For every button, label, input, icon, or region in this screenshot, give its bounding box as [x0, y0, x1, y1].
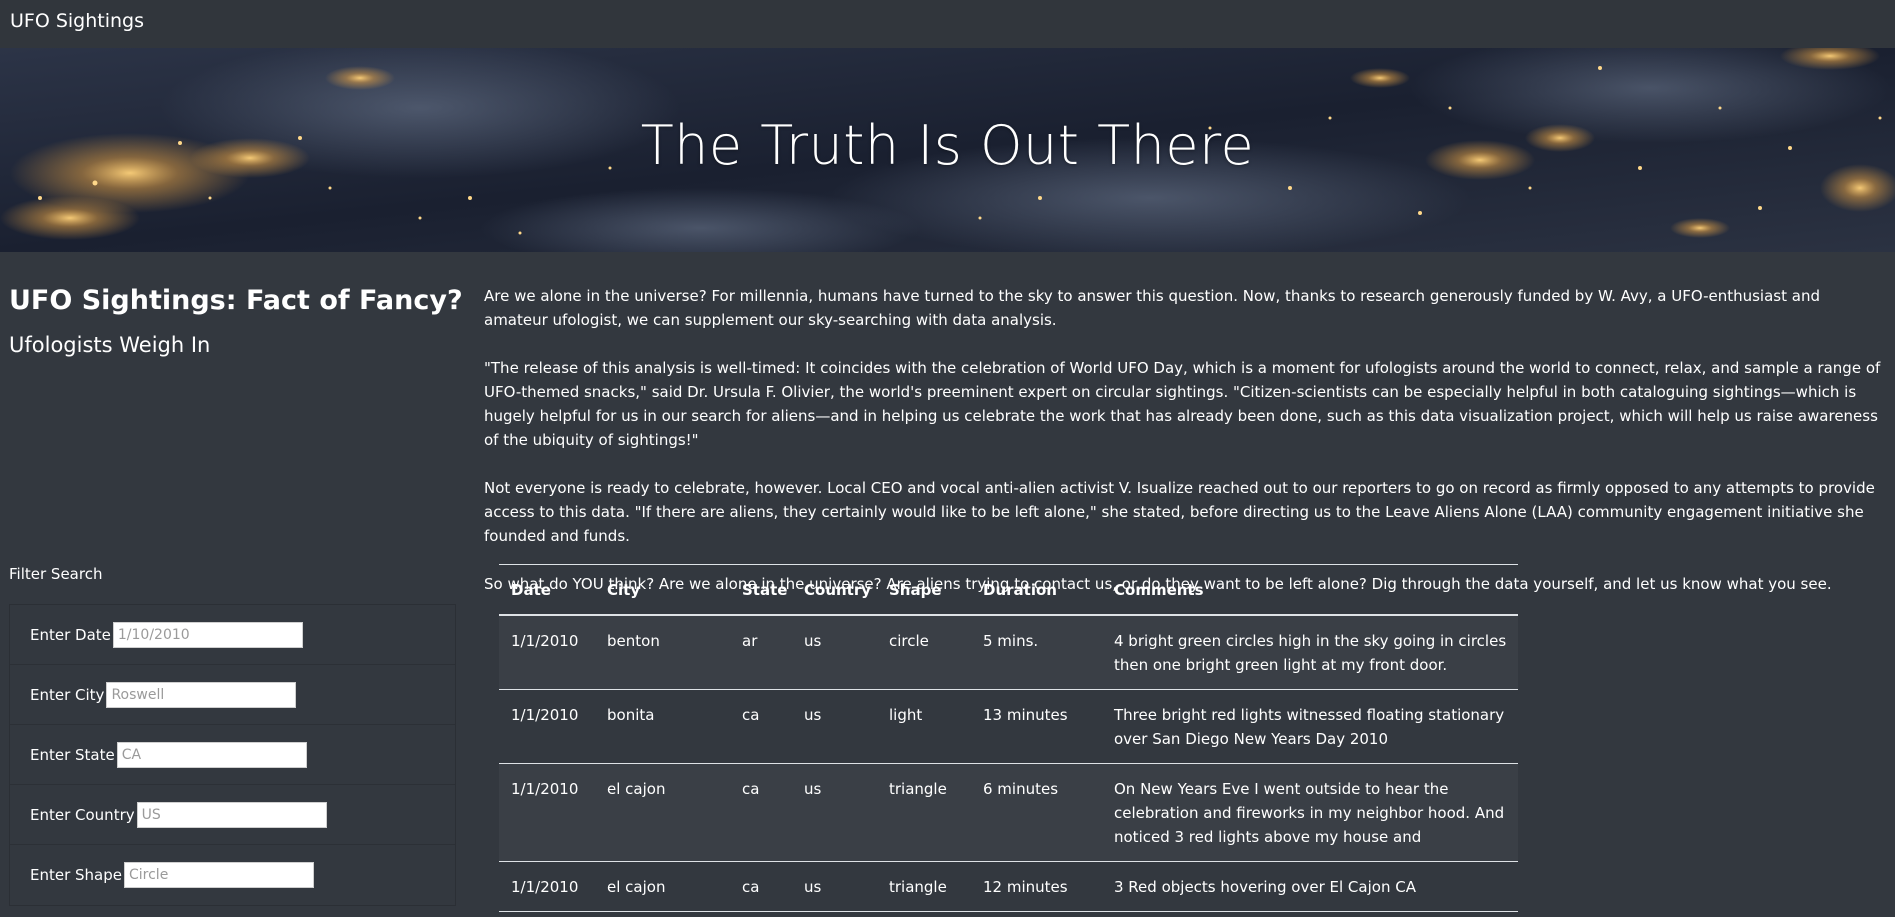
column-header-city: City: [595, 564, 730, 616]
article-paragraph: "The release of this analysis is well-ti…: [484, 359, 1881, 449]
cell-country: us: [792, 689, 877, 764]
cell-duration: 12 minutes: [971, 861, 1102, 912]
sightings-table: Date City State Country Shape Duration C…: [499, 564, 1518, 912]
cell-date: 1/1/2010: [499, 689, 595, 764]
cell-duration: 6 minutes: [971, 763, 1102, 862]
cell-comments: 4 bright green circles high in the sky g…: [1102, 615, 1518, 690]
cell-city: el cajon: [595, 861, 730, 912]
column-header-date: Date: [499, 564, 595, 616]
filter-shape-label: Enter Shape: [30, 865, 122, 884]
cell-comments: 3 Red objects hovering over El Cajon CA: [1102, 861, 1518, 912]
filter-item-country: Enter Country: [10, 785, 455, 845]
navbar-brand[interactable]: UFO Sightings: [10, 10, 144, 32]
column-header-duration: Duration: [971, 564, 1102, 616]
cell-shape: triangle: [877, 861, 971, 912]
country-input[interactable]: [136, 801, 327, 828]
table-row: 1/1/2010 benton ar us circle 5 mins. 4 b…: [499, 615, 1518, 690]
city-input[interactable]: [106, 681, 297, 708]
cell-date: 1/1/2010: [499, 615, 595, 690]
hero-banner: The Truth Is Out There: [0, 48, 1895, 252]
shape-input[interactable]: [124, 861, 314, 888]
column-header-shape: Shape: [877, 564, 971, 616]
filter-item-shape: Enter Shape: [10, 845, 455, 904]
table-row: 1/1/2010 bonita ca us light 13 minutes T…: [499, 689, 1518, 764]
filter-item-city: Enter City: [10, 665, 455, 725]
cell-state: ca: [730, 861, 792, 912]
cell-comments: Three bright red lights witnessed floati…: [1102, 689, 1518, 764]
filter-date-label: Enter Date: [30, 625, 111, 644]
filter-item-state: Enter State: [10, 725, 455, 785]
table-row: 1/1/2010 el cajon ca us triangle 12 minu…: [499, 861, 1518, 912]
cell-shape: light: [877, 689, 971, 764]
cell-city: bonita: [595, 689, 730, 764]
column-header-comments: Comments: [1102, 564, 1518, 616]
cell-country: us: [792, 615, 877, 690]
column-header-country: Country: [792, 564, 877, 616]
filter-search-title: Filter Search: [9, 565, 103, 583]
cell-date: 1/1/2010: [499, 763, 595, 862]
cell-state: ar: [730, 615, 792, 690]
table-row: 1/1/2010 el cajon ca us triangle 6 minut…: [499, 763, 1518, 862]
date-input[interactable]: [112, 621, 303, 648]
cell-state: ca: [730, 689, 792, 764]
sightings-table-container: Date City State Country Shape Duration C…: [499, 564, 1518, 912]
filter-item-date: Enter Date: [10, 605, 455, 665]
cell-comments: On New Years Eve I went outside to hear …: [1102, 763, 1518, 862]
cell-shape: triangle: [877, 763, 971, 862]
article-paragraph: Are we alone in the universe? For millen…: [484, 287, 1820, 329]
page-subheading: Ufologists Weigh In: [9, 333, 211, 357]
table-header-row: Date City State Country Shape Duration C…: [499, 564, 1518, 616]
cell-state: ca: [730, 763, 792, 862]
cell-duration: 5 mins.: [971, 615, 1102, 690]
cell-duration: 13 minutes: [971, 689, 1102, 764]
filter-state-label: Enter State: [30, 745, 115, 764]
article-paragraph: Not everyone is ready to celebrate, howe…: [484, 479, 1875, 545]
column-header-state: State: [730, 564, 792, 616]
navbar: UFO Sightings: [0, 0, 1895, 48]
state-input[interactable]: [116, 741, 307, 768]
hero-title: The Truth Is Out There: [640, 114, 1255, 177]
cell-date: 1/1/2010: [499, 861, 595, 912]
page-heading: UFO Sightings: Fact of Fancy?: [9, 285, 463, 316]
filter-list: Enter Date Enter City Enter State Enter …: [9, 604, 456, 906]
cell-city: el cajon: [595, 763, 730, 862]
filter-city-label: Enter City: [30, 685, 105, 704]
cell-shape: circle: [877, 615, 971, 690]
filter-country-label: Enter Country: [30, 805, 135, 824]
cell-country: us: [792, 861, 877, 912]
cell-country: us: [792, 763, 877, 862]
cell-city: benton: [595, 615, 730, 690]
